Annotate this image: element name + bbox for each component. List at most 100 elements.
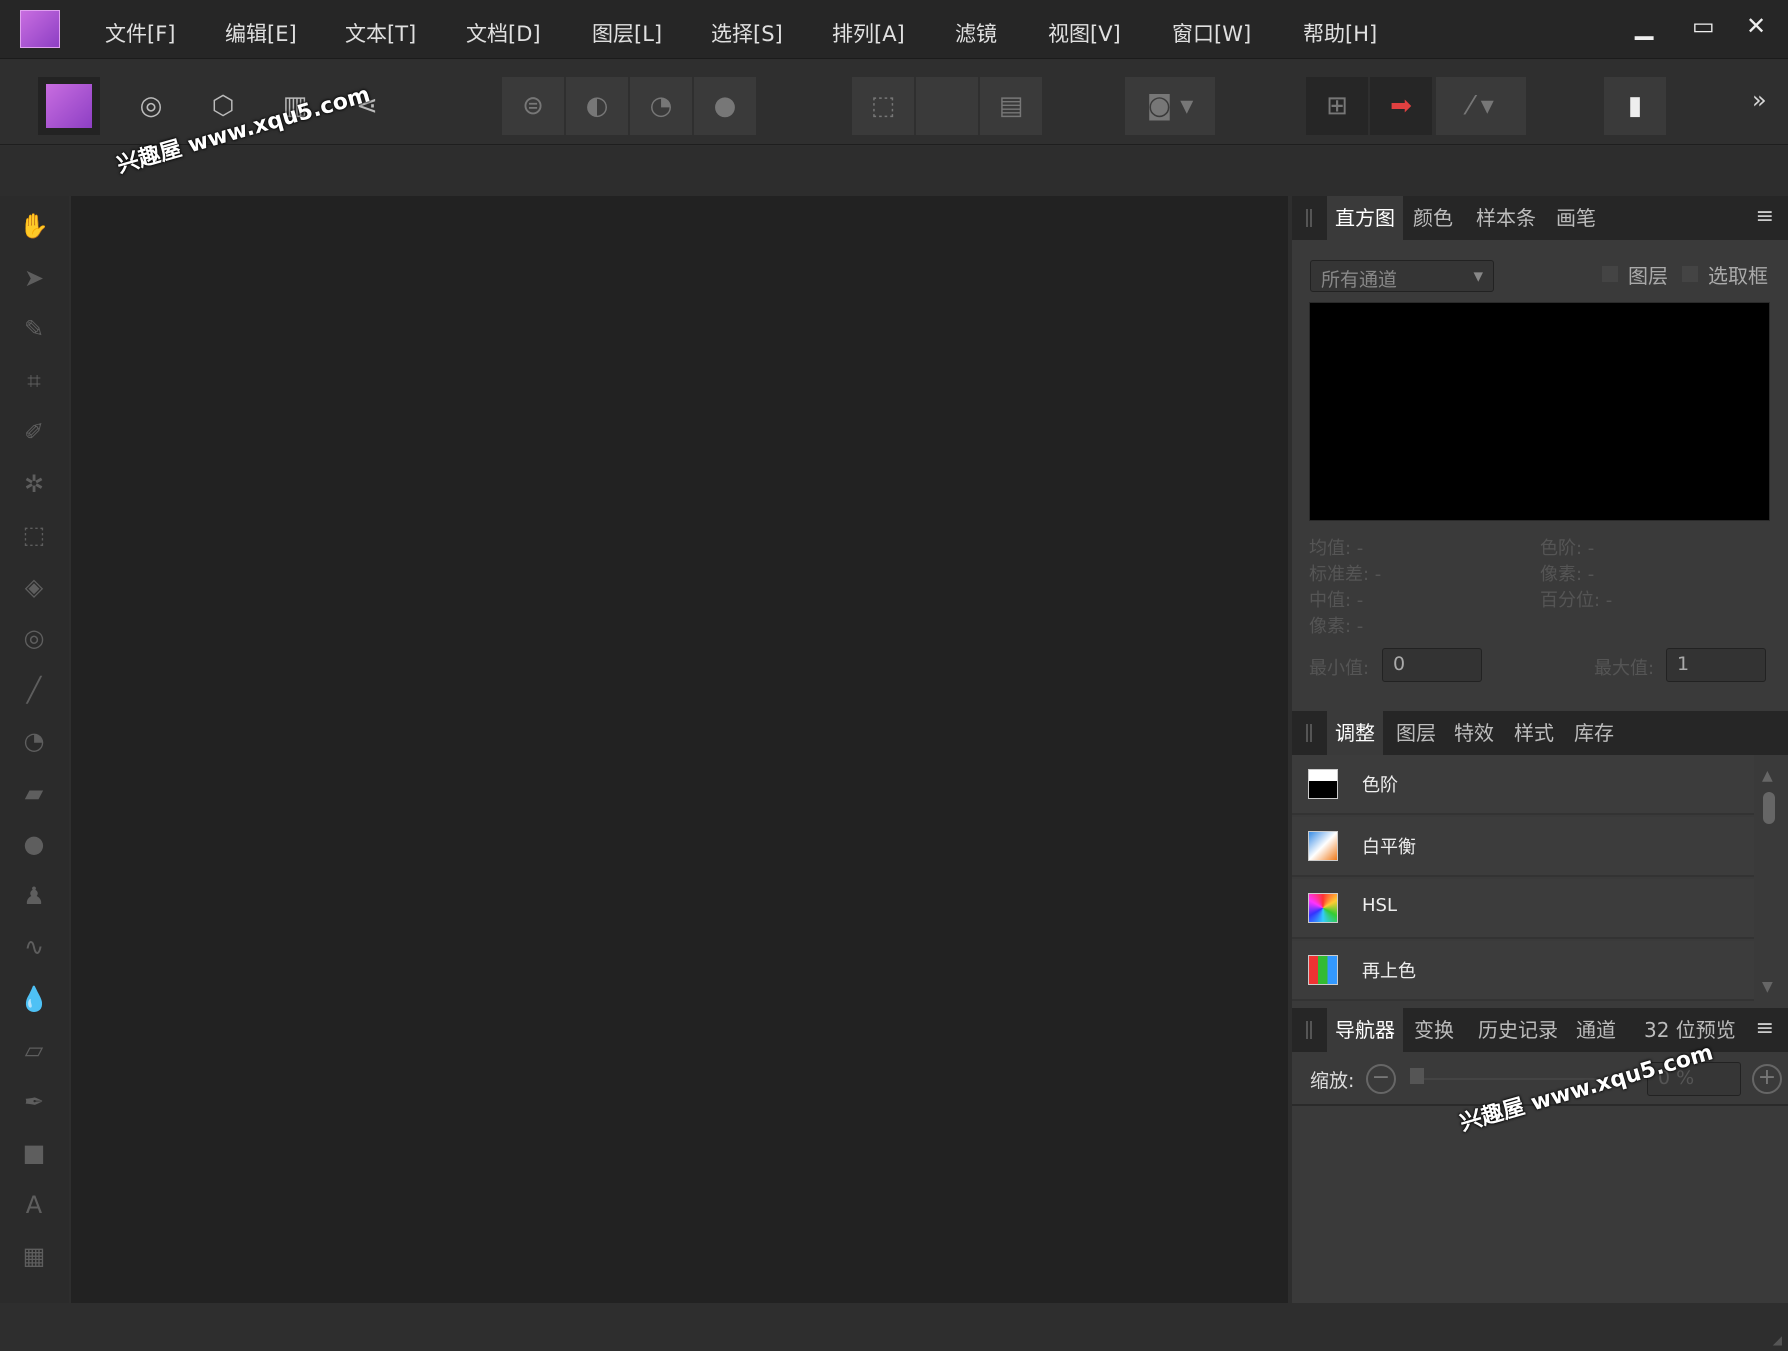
colors-icon: ◔ <box>649 91 673 121</box>
snapping-button[interactable]: ⊞ <box>1306 77 1368 135</box>
menu-item[interactable]: 排列[A] <box>832 18 905 48</box>
selection-brush-tool[interactable]: ✐ <box>14 412 54 452</box>
menu-item[interactable]: 窗口[W] <box>1172 18 1251 48</box>
paint-brush-tool[interactable]: ╱ <box>14 670 54 710</box>
tab-1[interactable]: 变换 <box>1406 1008 1462 1052</box>
blur-tool[interactable]: 💧 <box>14 979 54 1019</box>
layer-checkbox[interactable] <box>1602 266 1618 282</box>
grid-icon: ⊞ <box>1326 91 1348 121</box>
gradient-tool[interactable]: ◎ <box>14 618 54 658</box>
adjustment-item[interactable]: 色阶 <box>1292 755 1754 815</box>
panel-grip[interactable] <box>1306 724 1312 742</box>
minimize-button[interactable]: ▁ <box>1635 12 1653 40</box>
zoom-out-icon[interactable]: − <box>1366 1064 1396 1094</box>
healing-tool[interactable]: ▰ <box>14 773 54 813</box>
menu-item[interactable]: 选择[S] <box>711 18 783 48</box>
menu-item[interactable]: 文本[T] <box>345 18 416 48</box>
auto-contrast-button[interactable]: ◐ <box>566 77 628 135</box>
close-button[interactable]: ✕ <box>1746 12 1766 40</box>
tab-2[interactable]: 特效 <box>1446 711 1502 755</box>
flood-fill-tool[interactable]: ◈ <box>14 567 54 607</box>
menu-item[interactable]: 文档[D] <box>466 18 541 48</box>
scroll-up-arrow[interactable]: ▲ <box>1762 768 1774 786</box>
max-label: 最大值: <box>1594 658 1655 679</box>
move-icon: ➤ <box>23 263 45 292</box>
tab-1[interactable]: 颜色 <box>1405 196 1461 240</box>
text-tool[interactable]: A <box>14 1185 54 1225</box>
crop-icon: ⌗ <box>27 366 41 395</box>
scrollbar-thumb[interactable] <box>1763 792 1775 824</box>
menu-item[interactable]: 帮助[H] <box>1303 18 1377 48</box>
pen-tool[interactable]: ✒ <box>14 1082 54 1122</box>
max-input[interactable]: 1 <box>1666 648 1766 682</box>
adjustment-item[interactable]: 白平衡 <box>1292 817 1754 877</box>
menu-item[interactable]: 文件[F] <box>105 18 175 48</box>
auto-colors-button[interactable]: ◔ <box>630 77 692 135</box>
tab-2[interactable]: 样本条 <box>1468 196 1544 240</box>
photo-persona-button[interactable] <box>38 77 100 135</box>
panel-grip[interactable] <box>1306 1021 1312 1039</box>
clone-icon: ♟ <box>23 881 45 910</box>
healing-icon: ▰ <box>24 778 44 807</box>
auto-white-balance-button[interactable]: ● <box>694 77 756 135</box>
crop-tool[interactable]: ⌗ <box>14 361 54 401</box>
scroll-down-arrow[interactable]: ▼ <box>1762 979 1774 997</box>
histogram-tabbar: 直方图 颜色 样本条 画笔 ≡ <box>1292 196 1788 240</box>
panel-menu-icon[interactable]: ≡ <box>1756 1016 1774 1041</box>
erase-tool[interactable]: ▱ <box>14 1030 54 1070</box>
panel-grip[interactable] <box>1306 209 1312 227</box>
tab-3[interactable]: 通道 <box>1568 1008 1624 1052</box>
hand-tool[interactable]: ✋ <box>14 206 54 246</box>
tab-0[interactable]: 导航器 <box>1327 1008 1403 1052</box>
burn-icon: ● <box>23 830 45 858</box>
marquee-checkbox[interactable] <box>1682 266 1698 282</box>
menu-item[interactable]: 编辑[E] <box>225 18 297 48</box>
panel-menu-icon[interactable]: ≡ <box>1756 204 1774 229</box>
marquee-tool[interactable]: ⬚ <box>14 515 54 555</box>
adjustment-item[interactable]: 再上色 <box>1292 941 1754 1001</box>
min-input[interactable]: 0 <box>1382 648 1482 682</box>
tab-0[interactable]: 直方图 <box>1327 196 1403 240</box>
adjustment-item[interactable]: HSL <box>1292 879 1754 939</box>
levels-icon: ⊜ <box>522 91 544 121</box>
mesh-warp-tool[interactable]: ▦ <box>14 1236 54 1276</box>
tab-3[interactable]: 画笔 <box>1548 196 1604 240</box>
text-icon: A <box>25 1190 43 1219</box>
assistant-icon: ⁄ ▾ <box>1468 91 1494 121</box>
resize-grip-icon[interactable]: ◢ <box>1773 1333 1782 1347</box>
zoom-in-icon[interactable]: + <box>1752 1064 1782 1094</box>
rectangle-tool[interactable]: ■ <box>14 1133 54 1173</box>
color-picker-tool[interactable]: ✎ <box>14 309 54 349</box>
menu-item[interactable]: 滤镜 <box>955 18 997 48</box>
selection-mode-button[interactable] <box>916 77 978 135</box>
zoom-slider-handle[interactable] <box>1410 1068 1424 1084</box>
magic-wand-tool[interactable]: ✲ <box>14 464 54 504</box>
tab-2[interactable]: 历史记录 <box>1470 1008 1566 1052</box>
tab-1[interactable]: 图层 <box>1388 711 1444 755</box>
invert-selection-button[interactable]: ▤ <box>980 77 1042 135</box>
assistant-button[interactable]: ⁄ ▾ <box>1436 77 1526 135</box>
maximize-button[interactable]: ▭ <box>1692 12 1715 40</box>
menu-item[interactable]: 图层[L] <box>592 18 662 48</box>
canvas-area[interactable] <box>71 196 1288 1303</box>
dodge-tool[interactable]: ◔ <box>14 721 54 761</box>
liquify-persona-button[interactable]: ◎ <box>120 77 182 135</box>
quick-mask-button[interactable]: ◙ ▾ <box>1125 77 1215 135</box>
tab-0[interactable]: 调整 <box>1327 711 1383 755</box>
marquee-mode-button[interactable]: ⬚ <box>852 77 914 135</box>
smudge-tool[interactable]: ∿ <box>14 927 54 967</box>
liquify-icon: ◎ <box>139 91 163 121</box>
tab-4[interactable]: 库存 <box>1566 711 1622 755</box>
tools-panel: ✋ ➤ ✎ ⌗ ✐ ✲ ⬚ ◈ ◎ ╱ ◔ ▰ ● ♟ ∿ 💧 ▱ ✒ ■ A ▦ <box>0 196 69 1303</box>
move-tool[interactable]: ➤ <box>14 258 54 298</box>
tab-3[interactable]: 样式 <box>1506 711 1562 755</box>
menu-item[interactable]: 视图[V] <box>1048 18 1121 48</box>
tool-options-button[interactable]: ▮ <box>1604 77 1666 135</box>
force-pixel-alignment-button[interactable]: ➡ <box>1370 77 1432 135</box>
auto-levels-button[interactable]: ⊜ <box>502 77 564 135</box>
channel-select[interactable]: 所有通道 ▾ <box>1310 260 1494 292</box>
clone-tool[interactable]: ♟ <box>14 876 54 916</box>
stat-right: 像素: - <box>1540 564 1595 585</box>
more-button[interactable]: » <box>1752 86 1767 114</box>
burn-tool[interactable]: ● <box>14 824 54 864</box>
